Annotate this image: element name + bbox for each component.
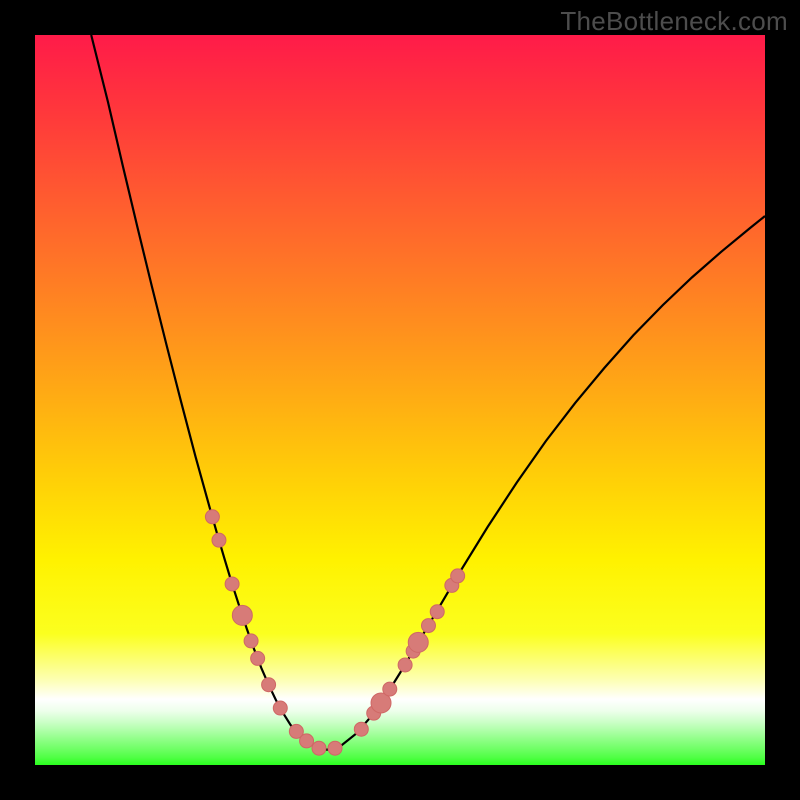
curve-marker (451, 569, 465, 583)
curve-marker (225, 577, 239, 591)
chart-frame: TheBottleneck.com (0, 0, 800, 800)
curve-layer (35, 35, 765, 765)
plot-area (35, 35, 765, 765)
curve-markers (205, 510, 464, 755)
curve-marker (251, 651, 265, 665)
curve-marker (244, 634, 258, 648)
curve-marker (328, 741, 342, 755)
curve-marker (232, 605, 252, 625)
curve-marker (430, 605, 444, 619)
curve-marker (205, 510, 219, 524)
curve-marker (408, 632, 428, 652)
curve-marker (312, 741, 326, 755)
watermark-text: TheBottleneck.com (560, 6, 788, 37)
curve-marker (398, 658, 412, 672)
curve-marker (273, 701, 287, 715)
curve-marker (212, 533, 226, 547)
curve-marker (300, 734, 314, 748)
curve-marker (354, 722, 368, 736)
curve-marker (262, 678, 276, 692)
curve-marker (421, 619, 435, 633)
curve-marker (383, 682, 397, 696)
